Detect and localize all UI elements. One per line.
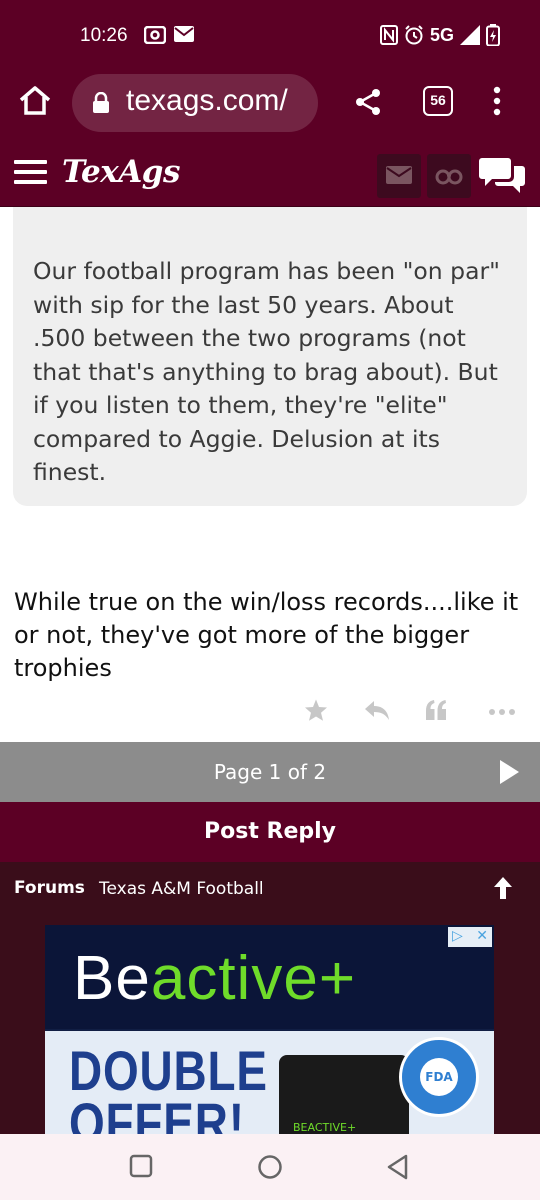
recents-icon[interactable] (129, 1154, 153, 1178)
url-text: texags.com/ (126, 84, 288, 117)
signal-icon (460, 25, 480, 45)
ad-brand-white: Be (73, 944, 151, 1013)
fda-badge-text: FDA (420, 1058, 458, 1096)
address-bar[interactable]: texags.com/ (72, 74, 318, 132)
site-logo[interactable]: TexAgs (62, 154, 180, 190)
ad-brand-plus: + (318, 944, 357, 1013)
network-type: 5G (429, 24, 454, 45)
battery-icon (486, 24, 500, 46)
breadcrumb-current[interactable]: Texas A&M Football (99, 879, 264, 899)
home-icon[interactable] (18, 84, 52, 118)
share-icon[interactable] (354, 88, 382, 116)
quoted-post: Our football program has been "on par" w… (13, 207, 527, 506)
breadcrumb-forums[interactable]: Forums (14, 878, 85, 898)
quote-icon[interactable] (424, 698, 448, 722)
system-nav-bar (0, 1134, 540, 1200)
ad-region: Beactive+ ▷ ✕ DOUBLE OFFER! BEACTIVE+ FDA (0, 916, 540, 1134)
home-circle-icon[interactable] (257, 1154, 283, 1180)
status-system-icons: 5G (379, 24, 500, 46)
messages-button[interactable] (377, 154, 421, 198)
hamburger-menu-icon[interactable] (14, 160, 47, 184)
envelope-icon (386, 166, 412, 184)
post-actions (300, 698, 522, 728)
scroll-top-icon[interactable] (492, 876, 514, 900)
reply-icon[interactable] (364, 698, 390, 722)
fda-badge-icon: FDA (399, 1037, 479, 1117)
watch-button[interactable] (427, 154, 471, 198)
page-indicator[interactable]: Page 1 of 2 (0, 760, 540, 784)
ad-brand-text: Beactive+ (73, 943, 356, 1014)
quote-text: Our football program has been "on par" w… (33, 257, 500, 486)
status-time: 10:26 (80, 25, 128, 46)
next-page-icon[interactable] (498, 759, 520, 785)
site-header: TexAgs (0, 136, 540, 207)
lock-icon (93, 92, 109, 113)
ad-banner[interactable]: Beactive+ ▷ ✕ DOUBLE OFFER! BEACTIVE+ FDA (45, 925, 494, 1134)
ad-offer-panel: DOUBLE OFFER! BEACTIVE+ FDA (45, 1031, 494, 1134)
ad-brand-panel: Beactive+ ▷ ✕ (45, 925, 494, 1029)
mail-icon (174, 26, 194, 42)
product-image: BEACTIVE+ (279, 1055, 409, 1134)
status-notification-icons (144, 26, 194, 44)
binoculars-icon (435, 169, 463, 185)
cast-icon (144, 26, 166, 44)
adchoices-icon[interactable]: ▷ ✕ (448, 927, 492, 947)
product-label: BEACTIVE+ (293, 1121, 357, 1134)
nfc-icon (379, 25, 398, 45)
back-icon[interactable] (386, 1154, 410, 1180)
ad-brand-green: active (150, 944, 319, 1013)
more-horiz-icon[interactable] (488, 708, 516, 716)
reply-text: While true on the win/loss records....li… (14, 588, 519, 682)
star-icon[interactable] (304, 698, 328, 722)
tab-switcher-button[interactable]: 56 (423, 86, 453, 116)
alarm-icon (405, 25, 423, 45)
post-reply-button[interactable]: Post Reply (0, 802, 540, 862)
more-vert-icon[interactable] (490, 86, 504, 116)
breadcrumb: Forums Texas A&M Football (0, 862, 540, 916)
chat-bubbles-icon[interactable] (478, 156, 526, 194)
pagination-bar: Page 1 of 2 (0, 742, 540, 802)
status-bar: 10:26 5G (0, 0, 540, 70)
browser-toolbar: texags.com/ 56 (0, 70, 540, 136)
